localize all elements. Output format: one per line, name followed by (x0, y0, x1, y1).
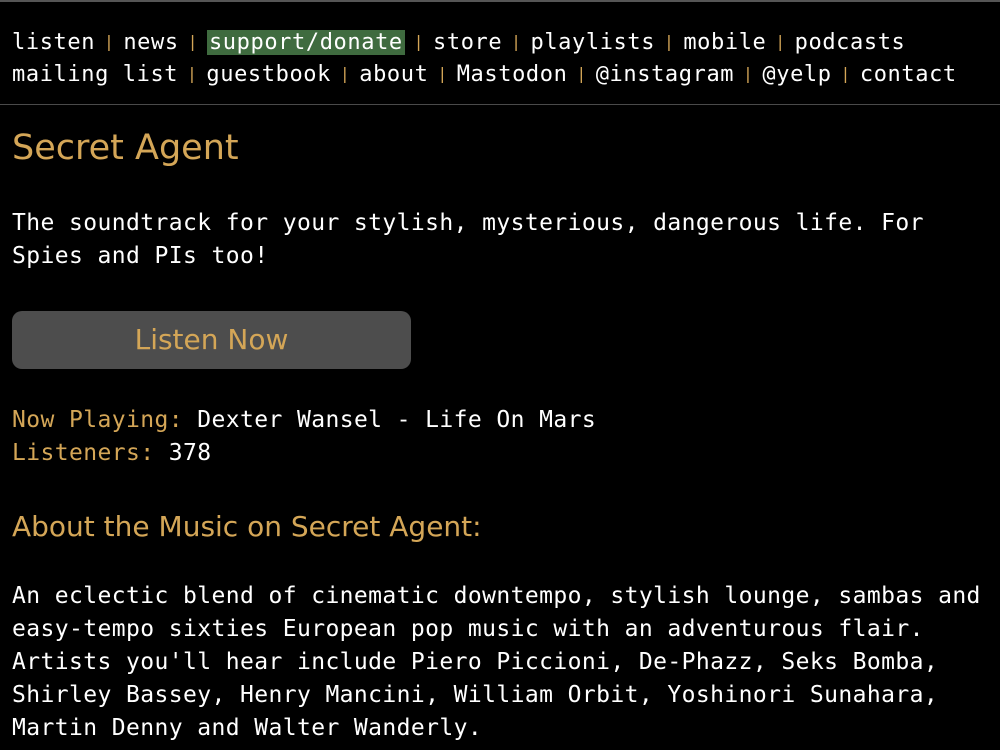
nav-separator: | (340, 64, 351, 83)
now-playing-block: Now Playing: Dexter Wansel - Life On Mar… (12, 404, 596, 470)
now-playing-track: Dexter Wansel - Life On Mars (197, 407, 597, 433)
nav-link-news[interactable]: news (123, 30, 178, 55)
nav-link-contact[interactable]: contact (860, 62, 957, 87)
nav-row-1: listen | news | support/donate | store | playlis… (12, 27, 1000, 59)
nav-separator: | (187, 32, 198, 51)
nav-link-mastodon[interactable]: Mastodon (457, 62, 568, 87)
now-playing-line: Now Playing: Dexter Wansel - Life On Mar… (12, 404, 596, 437)
top-nav: listen | news | support/donate | store | playlis… (12, 27, 1000, 91)
nav-separator: | (664, 32, 675, 51)
listen-now-button[interactable]: Listen Now (12, 311, 411, 369)
top-border (0, 0, 1000, 2)
nav-link-yelp[interactable]: @yelp (762, 62, 831, 87)
nav-separator: | (511, 32, 522, 51)
nav-separator: | (576, 64, 587, 83)
nav-separator: | (437, 64, 448, 83)
nav-separator: | (187, 64, 198, 83)
nav-link-support-donate[interactable]: support/donate (206, 30, 405, 55)
nav-separator: | (840, 64, 851, 83)
about-text: An eclectic blend of cinematic downtempo… (12, 583, 981, 741)
nav-divider (0, 104, 1000, 105)
nav-row-2: mailing list | guestbook | about | Mastodon | @i… (12, 59, 1000, 91)
now-playing-label: Now Playing: (12, 407, 183, 433)
listeners-label: Listeners: (12, 440, 155, 466)
listeners-count: 378 (168, 440, 212, 466)
about-heading: About the Music on Secret Agent: (12, 510, 482, 543)
nav-separator: | (775, 32, 786, 51)
nav-separator: | (413, 32, 425, 51)
nav-separator: | (743, 64, 754, 83)
listeners-line: Listeners: 378 (12, 437, 596, 470)
nav-link-playlists[interactable]: playlists (530, 30, 655, 55)
station-description: The soundtrack for your stylish, mysteri… (12, 210, 924, 269)
nav-link-instagram[interactable]: @instagram (596, 62, 734, 87)
nav-link-store[interactable]: store (433, 30, 502, 55)
nav-link-mobile[interactable]: mobile (683, 30, 766, 55)
nav-link-mailing-list[interactable]: mailing list (12, 62, 178, 87)
page-title: Secret Agent (12, 128, 239, 168)
nav-link-guestbook[interactable]: guestbook (206, 62, 331, 87)
nav-link-listen[interactable]: listen (12, 30, 95, 55)
nav-separator: | (104, 32, 115, 51)
nav-link-podcasts[interactable]: podcasts (795, 30, 906, 55)
nav-link-about[interactable]: about (359, 62, 428, 87)
